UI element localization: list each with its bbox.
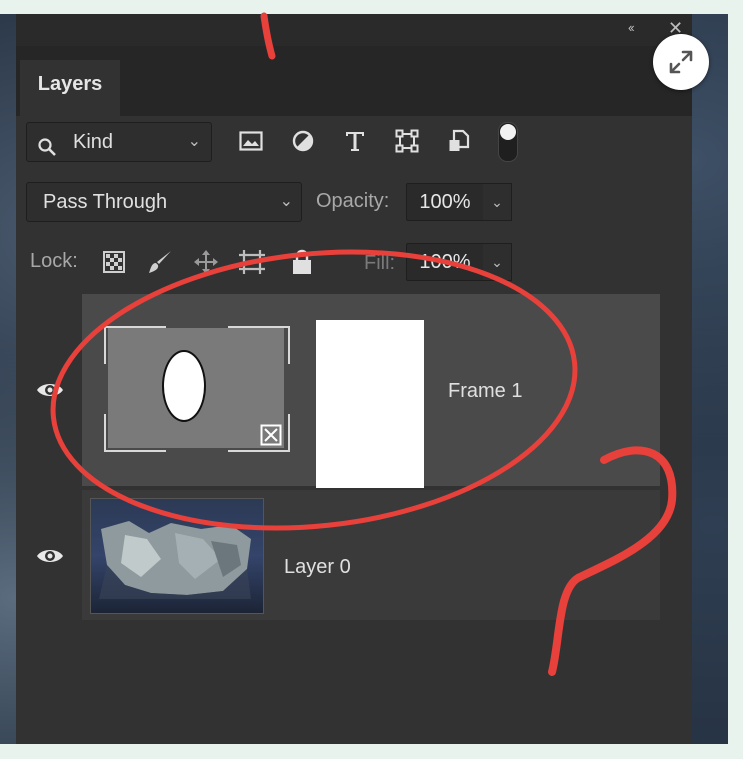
filter-toggle-switch[interactable]: [498, 122, 518, 162]
frame-corner-top-right: [228, 326, 290, 364]
layers-panel: ‹‹ ✕ Layers Kind ⌄ Pass Through ⌄ Opacit…: [16, 14, 692, 744]
lock-label: Lock:: [30, 250, 78, 272]
opacity-input[interactable]: 100%: [406, 183, 484, 221]
ellipse-frame-shape: [162, 350, 206, 422]
frame-corner-bottom-right: [228, 414, 290, 452]
chevron-down-icon: ⌄: [279, 193, 293, 210]
layer-name-layer-0: Layer 0: [284, 556, 351, 578]
panel-tab-bar: Layers: [16, 46, 692, 116]
shape-filter-icon[interactable]: [392, 126, 422, 156]
layer-0-image-thumbnail: [90, 498, 264, 614]
filter-kind-label: Kind: [73, 131, 114, 153]
lock-image-pixels-brush-icon[interactable]: [144, 246, 176, 278]
frame-corner-top-left: [104, 326, 166, 364]
opacity-label: Opacity:: [316, 190, 390, 212]
blend-mode-value: Pass Through: [43, 191, 168, 213]
blend-mode-select[interactable]: Pass Through ⌄: [26, 182, 302, 222]
filter-kind-select[interactable]: Kind ⌄: [26, 122, 212, 162]
collapse-panel-icon[interactable]: ‹‹: [628, 20, 635, 36]
panel-title-bar: ‹‹ ✕: [16, 14, 692, 46]
adjustment-filter-icon[interactable]: [288, 126, 318, 156]
layer-row-frame-1[interactable]: Frame 1: [16, 294, 692, 488]
layer-row-layer-0[interactable]: Layer 0: [16, 486, 692, 620]
layer-name-frame-1: Frame 1: [448, 380, 523, 402]
lock-position-move-icon[interactable]: [190, 246, 222, 278]
type-filter-icon[interactable]: [340, 126, 370, 156]
visibility-eye-icon[interactable]: [36, 546, 64, 566]
frame-corner-bottom-left: [104, 414, 166, 452]
lock-transparent-pixels-icon[interactable]: [98, 246, 130, 278]
screenshot-stage: ‹‹ ✕ Layers Kind ⌄ Pass Through ⌄ Opacit…: [0, 0, 743, 759]
search-icon: [37, 132, 57, 170]
opacity-dropdown-button[interactable]: ⌄: [483, 183, 512, 221]
lock-artboard-icon[interactable]: [236, 246, 268, 278]
frame-content-thumbnail: [316, 320, 424, 488]
visibility-eye-icon[interactable]: [36, 380, 64, 400]
fill-dropdown-button[interactable]: ⌄: [483, 243, 512, 281]
smart-object-filter-icon[interactable]: [444, 126, 474, 156]
expand-arrows-icon: [669, 50, 693, 74]
lock-all-icon[interactable]: [286, 246, 318, 278]
chevron-down-icon: ⌄: [187, 133, 201, 150]
expand-fullscreen-button[interactable]: [653, 34, 709, 90]
fill-input[interactable]: 100%: [406, 243, 484, 281]
image-filter-icon[interactable]: [236, 126, 266, 156]
toggle-knob: [500, 124, 516, 140]
fill-label: Fill:: [364, 252, 396, 274]
tab-layers[interactable]: Layers: [20, 60, 120, 116]
